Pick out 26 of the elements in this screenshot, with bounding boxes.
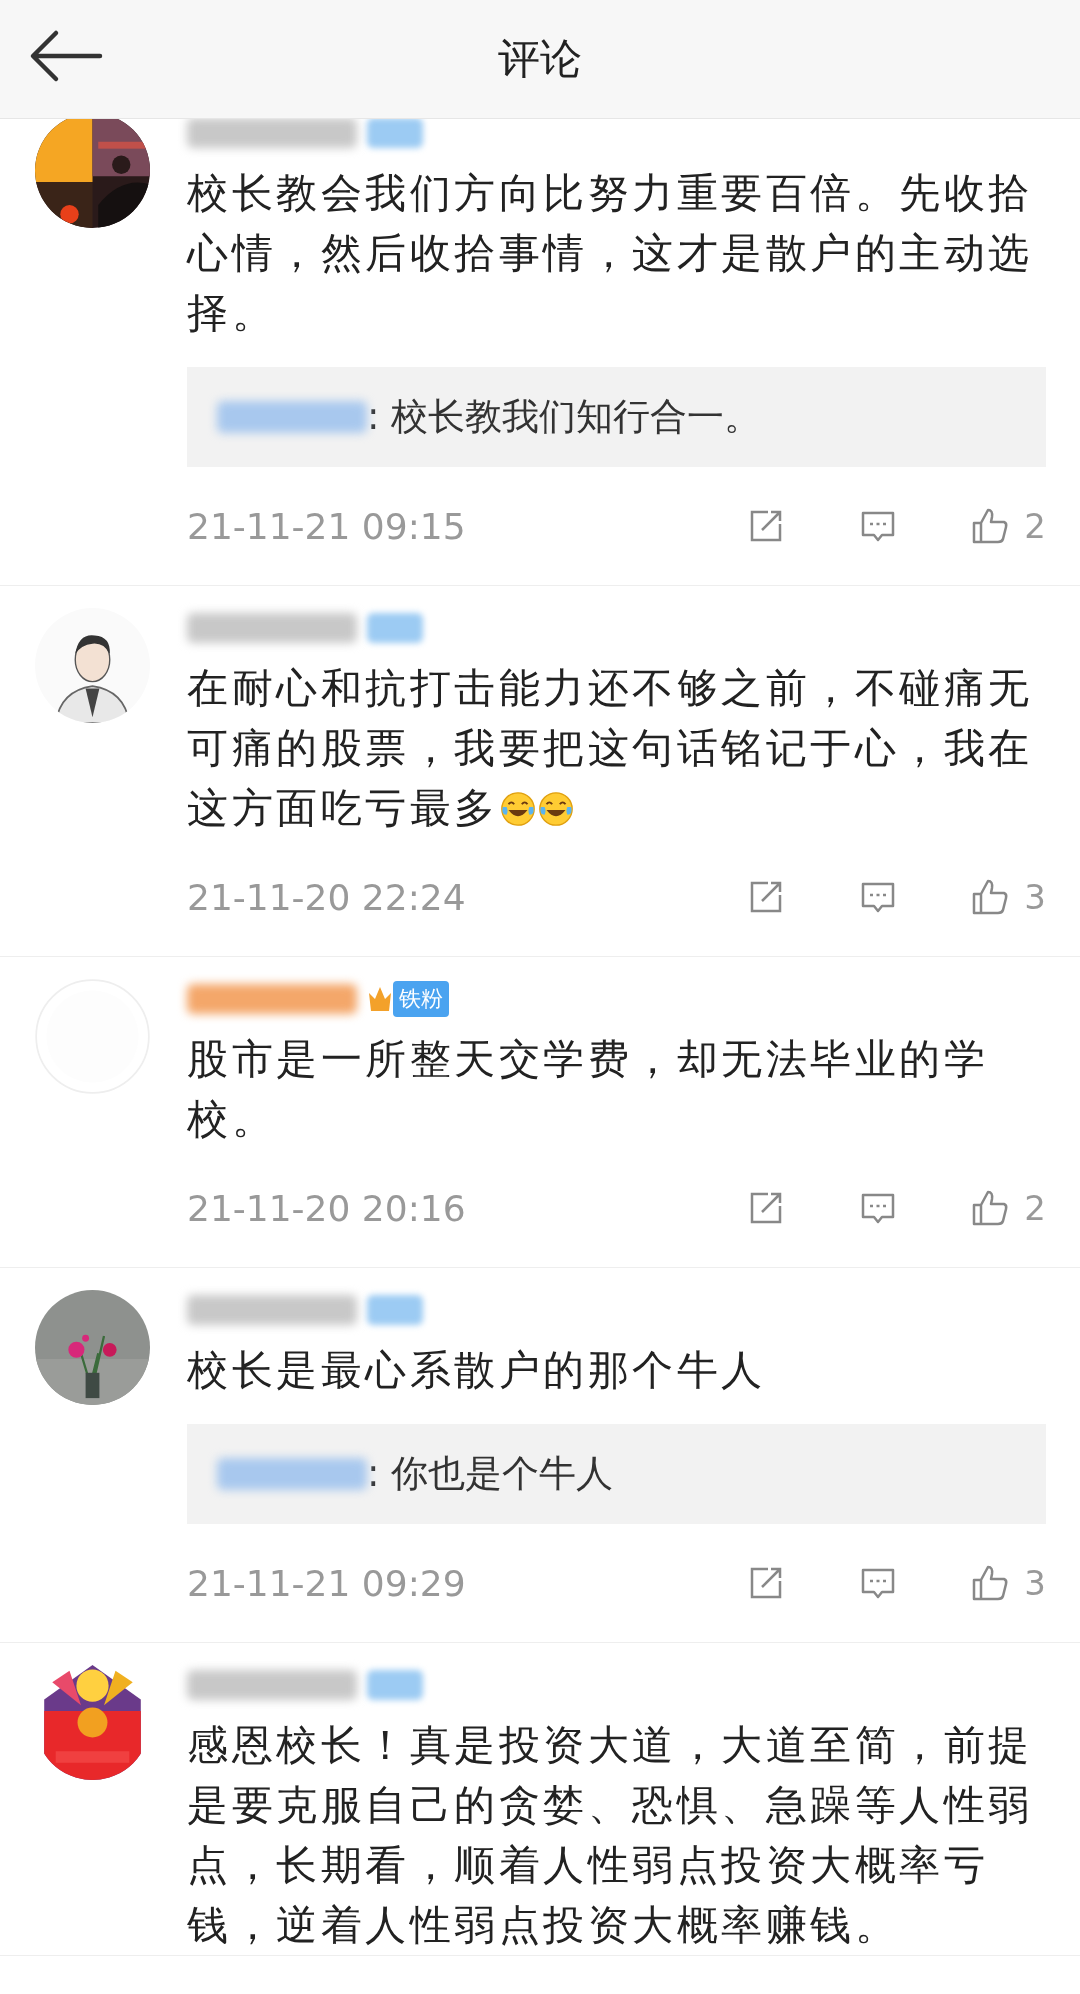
comment-time: 21-11-21 09:15: [187, 505, 467, 547]
comment-text: 校长是最心系散户的那个牛人: [187, 1345, 767, 1396]
reply-text: : 校长教我们知行合一。: [367, 394, 762, 440]
reply-text: : 你也是个牛人: [367, 1451, 614, 1497]
blurred-badge: [367, 1295, 423, 1325]
reply-box[interactable]: : 你也是个牛人: [187, 1424, 1046, 1524]
blurred-badge: [367, 118, 423, 148]
fan-badge: 铁粉: [393, 981, 449, 1017]
reply-box[interactable]: : 校长教我们知行合一。: [187, 367, 1046, 467]
comment-text: 感恩校长！真是投资大道，大道至简，前提是要克服自己的贪婪、恐惧、急躁等人性弱点，长期看，顺着人性弱点投资大概率亏钱，逆着人性弱点投资大概率赚钱。: [187, 1720, 1034, 1951]
comment-text: 校长教会我们方向比努力重要百倍。先收拾心情，然后收拾事情，这才是散户的主动选择。: [187, 168, 1034, 339]
comment-time: 21-11-20 22:24: [187, 876, 467, 918]
like-count: 3: [1024, 1563, 1046, 1603]
comment-time: 21-11-20 20:16: [187, 1187, 467, 1229]
like-count: 3: [1024, 877, 1046, 917]
blurred-badge: [367, 613, 423, 643]
laughing-crying-emoji-icon: [536, 790, 575, 828]
comment-text: 在耐心和抗打击能力还不够之前，不碰痛无可痛的股票，我要把这句话铭记于心，我在这方面吃亏最多: [187, 663, 1034, 834]
comment-text: 股市是一所整天交学费，却无法毕业的学校。: [187, 1034, 989, 1145]
like-count: 2: [1024, 506, 1046, 546]
back-arrow-icon[interactable]: [28, 28, 104, 84]
page-title: 评论: [498, 33, 582, 85]
laughing-crying-emoji-icon: [498, 790, 537, 828]
like-count: 2: [1024, 1188, 1046, 1228]
blurred-badge: [367, 1670, 423, 1700]
comment-time: 21-11-21 09:29: [187, 1562, 467, 1604]
